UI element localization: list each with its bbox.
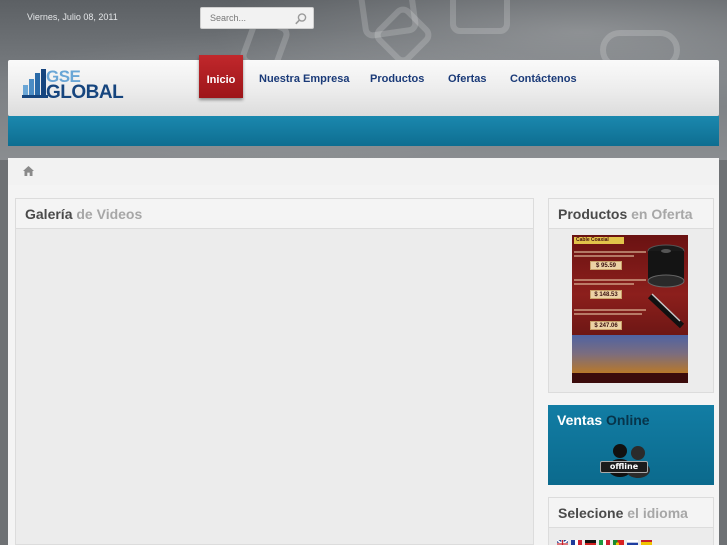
offers-header: Productos en Oferta <box>549 199 713 229</box>
panel-header: Galería de Videos <box>16 199 533 229</box>
offer-price: $ 247.06 <box>590 321 622 330</box>
panel-title-light: de Videos <box>76 206 143 222</box>
accent-band <box>8 116 719 146</box>
germany-flag-icon[interactable] <box>585 540 596 545</box>
offers-box: Productos en Oferta Cable Coaxial $ 95.5… <box>548 198 714 393</box>
france-flag-icon[interactable] <box>571 540 582 545</box>
search-icon[interactable] <box>294 12 308 26</box>
offer-text-line <box>574 251 646 253</box>
language-title-strong: Selecione <box>558 505 624 521</box>
panel-title: Galería de Videos <box>25 206 142 222</box>
home-icon[interactable] <box>23 166 34 176</box>
offer-price: $ 148.53 <box>590 290 622 299</box>
decorative-shape <box>450 0 510 34</box>
offer-text-line <box>574 255 634 257</box>
nav-item-contactenos[interactable]: Contáctenos <box>510 73 577 85</box>
portugal-flag-icon[interactable] <box>613 540 624 545</box>
offer-text-line <box>574 313 642 315</box>
italy-flag-icon[interactable] <box>599 540 610 545</box>
offers-title-strong: Productos <box>558 206 628 222</box>
brand-logo[interactable]: GSE GLOBAL <box>22 67 124 103</box>
video-gallery-panel: Galería de Videos <box>15 198 534 545</box>
current-date: Viernes, Julio 08, 2011 <box>27 12 118 22</box>
russia-flag-icon[interactable] <box>627 540 638 545</box>
nav-item-nuestra-empresa[interactable]: Nuestra Empresa <box>259 73 350 85</box>
offer-footer-graphic <box>572 335 688 373</box>
search-input[interactable] <box>201 8 291 28</box>
sales-title-strong: Ventas <box>557 412 603 428</box>
offer-text-line <box>574 279 646 281</box>
nav-item-productos[interactable]: Productos <box>370 73 424 85</box>
offer-text-line <box>574 309 646 311</box>
site-header: GSE GLOBAL <box>8 60 719 116</box>
sales-title-light: Online <box>606 412 650 428</box>
sales-status-badge[interactable]: offline <box>600 461 648 473</box>
offers-title-light: en Oferta <box>631 206 693 222</box>
nav-item-ofertas[interactable]: Ofertas <box>448 73 487 85</box>
offer-image[interactable]: Cable Coaxial $ 95.59 $ 148.53 $ 247.06 <box>572 235 688 383</box>
logo-text-global: GLOBAL <box>46 82 124 103</box>
spain-flag-icon[interactable] <box>641 540 652 545</box>
search-box[interactable] <box>200 7 314 29</box>
breadcrumb <box>8 158 719 185</box>
uk-flag-icon[interactable] <box>557 540 568 545</box>
coaxial-cable-icon <box>647 244 685 329</box>
language-title-light: el idioma <box>627 505 688 521</box>
offer-heading: Cable Coaxial <box>574 237 624 244</box>
panel-title-strong: Galería <box>25 206 73 222</box>
logo-bars-icon <box>22 69 48 98</box>
offer-text-line <box>574 283 634 285</box>
language-title: Selecione el idioma <box>558 505 688 521</box>
language-header: Selecione el idioma <box>549 498 713 528</box>
offer-bottom-strip <box>572 373 688 383</box>
sales-online-box: Ventas Online offline <box>548 405 714 485</box>
nav-item-inicio[interactable]: Inicio <box>199 55 243 98</box>
offers-title: Productos en Oferta <box>558 206 693 222</box>
language-box: Selecione el idioma <box>548 497 714 545</box>
sales-title: Ventas Online <box>557 412 650 428</box>
offer-price: $ 95.59 <box>590 261 622 270</box>
